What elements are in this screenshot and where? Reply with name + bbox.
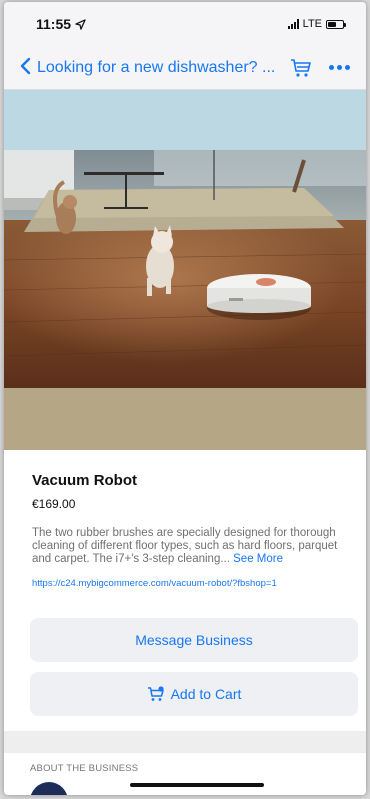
message-business-button[interactable]: Message Business [30,618,358,662]
home-indicator[interactable] [130,783,264,787]
message-business-label: Message Business [135,632,253,648]
chevron-left-icon [20,57,31,79]
signal-icon [287,19,299,29]
product-description-text: The two rubber brushes are specially des… [32,527,338,565]
product-price: €169.00 [32,497,76,511]
section-divider [4,731,366,753]
product-details: Vacuum Robot €169.00 The two rubber brus… [32,450,356,589]
status-time-text: 11:55 [36,16,72,32]
status-bar: 11:55 LTE [4,2,366,46]
cart-add-icon [147,686,164,701]
product-photo [4,150,366,388]
location-arrow-icon [75,18,86,30]
add-to-cart-label: Add to Cart [170,686,242,702]
add-to-cart-button[interactable]: Add to Cart [30,672,358,716]
product-url-link[interactable]: https://c24.mybigcommerce.com/vacuum-rob… [32,578,356,589]
more-button[interactable] [322,53,356,83]
product-description: The two rubber brushes are specially des… [32,527,356,566]
battery-icon [326,19,346,29]
product-name: Vacuum Robot [32,472,138,489]
cart-button[interactable] [284,53,318,83]
about-section-label: ABOUT THE BUSINESS [30,763,139,774]
more-icon [328,65,350,70]
status-time: 11:55 [36,16,86,32]
cart-icon [291,58,311,77]
network-label: LTE [302,18,322,30]
back-button[interactable]: Looking for a new dishwasher? ... [20,57,276,79]
see-more-link[interactable]: See More [233,553,283,565]
image-padding-bottom [4,388,366,450]
business-avatar[interactable] [30,782,68,795]
status-indicators: LTE [287,18,346,30]
nav-title: Looking for a new dishwasher? ... [37,58,276,76]
product-image[interactable] [4,90,366,450]
device-screen: 11:55 LTE Looking for a new dishwasher? … [4,2,366,795]
image-padding-top [4,90,366,150]
nav-bar: Looking for a new dishwasher? ... [4,46,366,90]
